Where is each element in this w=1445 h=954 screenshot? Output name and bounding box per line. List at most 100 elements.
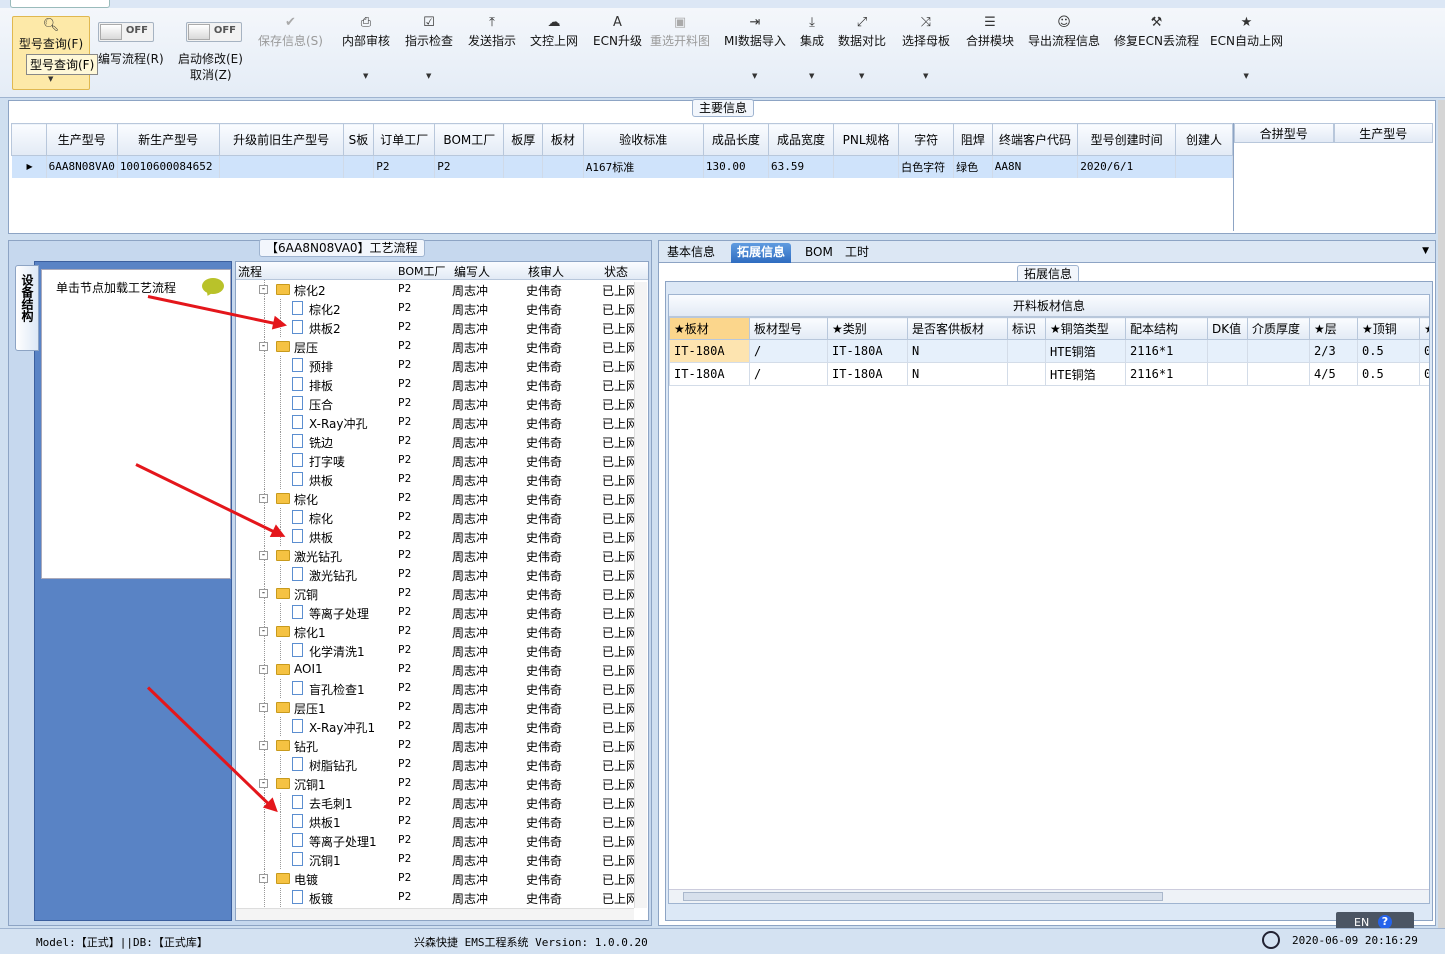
tree-row[interactable]: 压合 P2 周志冲 史伟奇 已上网 (236, 394, 636, 413)
table-row[interactable]: IT-180A/IT-180ANHTE铜箔2116*12/30.50 (669, 339, 1429, 363)
collapse-icon[interactable]: - (259, 665, 268, 674)
toolbar-button-0[interactable]: ✔ 保存信息(S) (258, 14, 323, 94)
material-cell[interactable]: 2116*1 (1125, 362, 1208, 386)
material-col-header[interactable]: DK值 (1207, 317, 1248, 340)
material-cell[interactable]: IT-180A (827, 339, 908, 363)
material-cell[interactable] (1207, 339, 1248, 363)
tree-row[interactable]: - 电镀 P2 周志冲 史伟奇 已上网 (236, 869, 636, 888)
collapse-icon[interactable]: - (259, 494, 268, 503)
tree-row[interactable]: - 沉铜1 P2 周志冲 史伟奇 已上网 (236, 774, 636, 793)
toolbar-button-11[interactable]: ☰ 合拼模块 (966, 14, 1014, 94)
material-cell[interactable]: 4/5 (1309, 362, 1358, 386)
start-modify-toggle[interactable]: OFF (186, 22, 242, 42)
tree-row[interactable]: - 层压 P2 周志冲 史伟奇 已上网 (236, 337, 636, 356)
chevron-down-icon[interactable]: ▼ (923, 72, 928, 80)
main-cell[interactable]: A167标准 (583, 155, 704, 178)
tree-row[interactable]: - 层压1 P2 周志冲 史伟奇 已上网 (236, 698, 636, 717)
col-status[interactable]: 状态 (604, 263, 628, 280)
main-cell[interactable]: 130.00 (703, 155, 769, 178)
toolbar-button-12[interactable]: ☺ 导出流程信息 (1028, 14, 1100, 94)
tree-row[interactable]: 烘板 P2 周志冲 史伟奇 已上网 (236, 527, 636, 546)
main-col-header[interactable]: S板 (342, 123, 375, 156)
chevron-down-icon[interactable]: ▼ (859, 72, 864, 80)
col-flow[interactable]: 流程 (238, 263, 262, 280)
main-cell[interactable]: 63.59 (768, 155, 835, 178)
material-cell[interactable]: IT-180A (669, 339, 750, 363)
tab-device-structure[interactable]: 设备结构 (15, 265, 39, 351)
material-cell[interactable]: 0.5 (1357, 362, 1420, 386)
col-checker[interactable]: 核审人 (528, 263, 564, 280)
tree-row[interactable]: 烘板 P2 周志冲 史伟奇 已上网 (236, 470, 636, 489)
toolbar-button-10[interactable]: ⤨ 选择母板 ▼ (902, 14, 950, 94)
main-col-header[interactable]: 板材 (542, 123, 584, 156)
toolbar-button-1[interactable]: ⎙ 内部审核 ▼ (342, 14, 390, 94)
main-col-header[interactable]: 验收标准 (582, 123, 704, 156)
material-cell[interactable]: / (749, 339, 828, 363)
collapse-icon[interactable]: - (259, 342, 268, 351)
material-cell[interactable] (1207, 362, 1248, 386)
main-cell[interactable] (1175, 155, 1234, 178)
write-flow-toggle[interactable]: OFF (98, 22, 154, 42)
material-cell[interactable]: N (907, 339, 1008, 363)
tree-row[interactable]: - 棕化 P2 周志冲 史伟奇 已上网 (236, 489, 636, 508)
main-col-header[interactable]: 板厚 (503, 123, 544, 156)
material-col-header[interactable]: ★板材 (669, 317, 750, 340)
tree-row[interactable]: X-Ray冲孔 P2 周志冲 史伟奇 已上网 (236, 413, 636, 432)
chevron-down-icon[interactable]: ▼ (809, 72, 814, 80)
material-cell[interactable]: 2/3 (1309, 339, 1358, 363)
main-col-header[interactable]: 成品长度 (702, 123, 769, 156)
material-cell[interactable]: 0 (1419, 339, 1429, 363)
tree-row[interactable]: 棕化 P2 周志冲 史伟奇 已上网 (236, 508, 636, 527)
material-cell[interactable] (1247, 339, 1310, 363)
tree-row[interactable]: 等离子处理1 P2 周志冲 史伟奇 已上网 (236, 831, 636, 850)
tree-row[interactable]: 打字唛 P2 周志冲 史伟奇 已上网 (236, 451, 636, 470)
main-cell[interactable]: 10010600084652 (117, 155, 220, 178)
help-icon[interactable]: ? (1378, 915, 1392, 929)
material-cell[interactable]: N (907, 362, 1008, 386)
main-col-header[interactable]: PNL规格 (833, 123, 900, 156)
chevron-down-icon[interactable]: ▼ (1422, 246, 1429, 256)
tab-extended-info[interactable]: 拓展信息 (731, 243, 792, 263)
material-col-header[interactable]: 是否客供板材 (907, 317, 1008, 340)
tree-row[interactable]: 沉铜1 P2 周志冲 史伟奇 已上网 (236, 850, 636, 869)
material-col-header[interactable]: ★铜箔类型 (1045, 317, 1126, 340)
main-col-header[interactable]: 生产型号 (45, 123, 118, 156)
toolbar-button-3[interactable]: ⤒ 发送指示 (468, 14, 516, 94)
tree-row[interactable]: 板镀 P2 周志冲 史伟奇 已上网 (236, 888, 636, 907)
main-col-header[interactable]: 创建人 (1174, 123, 1234, 156)
tree-row[interactable]: X-Ray冲孔1 P2 周志冲 史伟奇 已上网 (236, 717, 636, 736)
toolbar-button-14[interactable]: ★ ECN自动上网 ▼ (1210, 14, 1283, 94)
tree-row[interactable]: 等离子处理 P2 周志冲 史伟奇 已上网 (236, 603, 636, 622)
material-cell[interactable] (1247, 362, 1310, 386)
main-col-header[interactable]: 终端客户代码 (991, 123, 1079, 156)
chevron-down-icon[interactable]: ▼ (1243, 72, 1248, 80)
main-col-header[interactable]: 成品宽度 (767, 123, 835, 156)
collapse-icon[interactable]: - (259, 589, 268, 598)
toolbar-button-4[interactable]: ☁ 文控上网 (530, 14, 578, 94)
material-cell[interactable] (1007, 362, 1046, 386)
tree-row[interactable]: 烘板2 P2 周志冲 史伟奇 已上网 (236, 318, 636, 337)
material-cell[interactable]: 0.5 (1357, 339, 1420, 363)
collapse-icon[interactable]: - (259, 551, 268, 560)
material-cell[interactable]: HTE铜箔 (1045, 339, 1126, 363)
col-bom-factory[interactable]: BOM工厂 (398, 263, 446, 279)
toolbar-button-5[interactable]: A ECN升级 (593, 14, 642, 94)
tree-row[interactable]: 排板 P2 周志冲 史伟奇 已上网 (236, 375, 636, 394)
tab-bom[interactable]: BOM (799, 243, 839, 263)
main-cell[interactable] (503, 155, 544, 178)
tree-row[interactable]: 铣边 P2 周志冲 史伟奇 已上网 (236, 432, 636, 451)
material-cell[interactable]: IT-180A (827, 362, 908, 386)
tree-row[interactable]: 激光钻孔 P2 周志冲 史伟奇 已上网 (236, 565, 636, 584)
tree-row[interactable]: 树脂钻孔 P2 周志冲 史伟奇 已上网 (236, 755, 636, 774)
collapse-icon[interactable]: - (259, 703, 268, 712)
material-cell[interactable]: IT-180A (669, 362, 750, 386)
material-col-header[interactable]: 板材型号 (749, 317, 828, 340)
main-cell[interactable]: 6AA8N08VA0 (46, 155, 118, 178)
material-cell[interactable]: / (749, 362, 828, 386)
toolbar-button-13[interactable]: ⚒ 修复ECN丢流程 (1114, 14, 1199, 94)
tab-work-hours[interactable]: 工时 (839, 243, 875, 263)
main-cell[interactable]: 2020/6/1 (1077, 155, 1176, 178)
table-row[interactable]: ▶ 6AA8N08VA0 10010600084652 P2 P2 A167标准 130.0… (11, 155, 1234, 178)
chevron-down-icon[interactable]: ▼ (752, 72, 757, 80)
main-col-header[interactable]: 升级前旧生产型号 (218, 123, 344, 156)
